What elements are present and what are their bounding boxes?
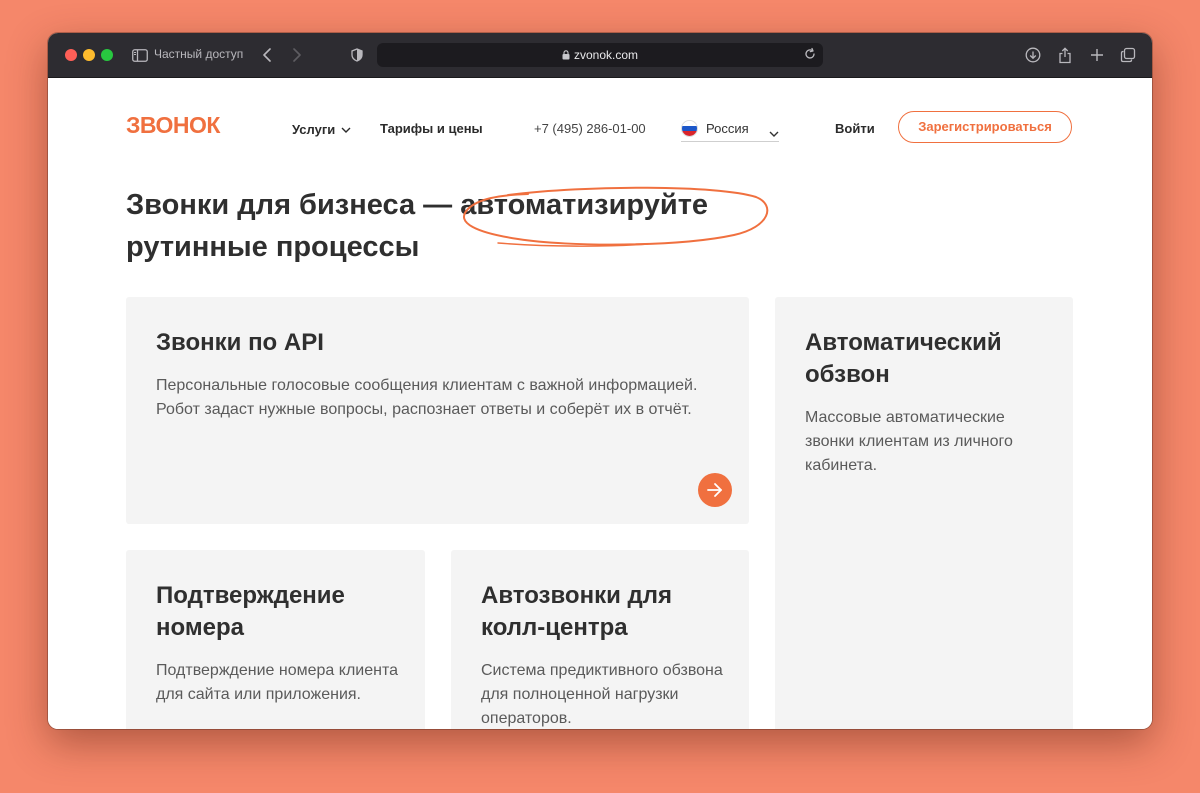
card-title: Автоматический обзвон bbox=[805, 329, 1002, 388]
card-number-confirmation[interactable]: Подтверждение номера Подтверждение номер… bbox=[126, 550, 425, 729]
reload-icon[interactable] bbox=[803, 47, 817, 66]
zoom-window-button[interactable] bbox=[101, 49, 113, 61]
card-api-calls[interactable]: Звонки по API Персональные голосовые соо… bbox=[126, 297, 749, 524]
card-description: Подтверждение номера клиента для сайта и… bbox=[156, 662, 398, 703]
card-title: Автозвонки для колл-центра bbox=[481, 582, 672, 641]
forward-icon[interactable] bbox=[289, 45, 305, 65]
country-select[interactable]: Россия bbox=[681, 115, 779, 142]
card-title: Звонки по API bbox=[156, 329, 324, 356]
country-label: Россия bbox=[706, 121, 749, 136]
highlight-oval-decoration bbox=[463, 186, 769, 247]
url-display[interactable]: zvonok.com bbox=[377, 48, 823, 63]
close-window-button[interactable] bbox=[65, 49, 77, 61]
address-bar[interactable]: zvonok.com bbox=[377, 43, 823, 67]
card-description: Персональные голосовые сообщения клиента… bbox=[156, 377, 698, 418]
open-api-calls-button[interactable] bbox=[698, 473, 732, 507]
phone-number[interactable]: +7 (495) 286-01-00 bbox=[534, 121, 646, 136]
nav-prices[interactable]: Тарифы и цены bbox=[380, 121, 483, 136]
zvonok-logo[interactable]: ЗВОНОК bbox=[126, 112, 238, 142]
logo-text: ЗВОНОК bbox=[126, 113, 221, 137]
web-page: ЗВОНОК Услуги Тарифы и цены +7 (495) 286… bbox=[48, 78, 1152, 729]
login-link[interactable]: Войти bbox=[835, 121, 875, 136]
nav-services[interactable]: Услуги bbox=[292, 121, 351, 137]
title-start: Звонки для бизнеса — bbox=[126, 189, 461, 221]
arrow-right-icon bbox=[706, 482, 724, 498]
browser-titlebar: Частный доступ zvonok.com bbox=[48, 33, 1152, 78]
private-browsing-label: Частный доступ bbox=[154, 47, 244, 61]
nav-services-label: Услуги bbox=[292, 122, 336, 137]
download-icon[interactable] bbox=[1024, 45, 1042, 65]
sidebar-icon[interactable] bbox=[131, 45, 149, 65]
card-auto-dialing[interactable]: Автоматический обзвон Массовые автоматич… bbox=[775, 297, 1073, 729]
chevron-down-icon bbox=[769, 124, 779, 142]
shield-icon[interactable] bbox=[349, 45, 365, 65]
card-description: Массовые автоматические звонки клиентам … bbox=[805, 409, 1013, 474]
minimize-window-button[interactable] bbox=[83, 49, 95, 61]
lock-icon bbox=[562, 49, 570, 63]
russia-flag-icon bbox=[681, 120, 698, 137]
card-call-center[interactable]: Автозвонки для колл-центра Система преди… bbox=[451, 550, 749, 729]
share-icon[interactable] bbox=[1056, 45, 1074, 65]
back-icon[interactable] bbox=[259, 45, 275, 65]
browser-window: Частный доступ zvonok.com ЗВОНОК Услуги … bbox=[48, 33, 1152, 729]
register-button[interactable]: Зарегистрироваться bbox=[898, 111, 1072, 143]
card-title: Подтверждение номера bbox=[156, 582, 345, 641]
card-description: Система предиктивного обзвона для полноц… bbox=[481, 662, 723, 727]
url-text: zvonok.com bbox=[573, 48, 639, 62]
chevron-down-icon bbox=[341, 121, 351, 136]
new-tab-icon[interactable] bbox=[1088, 45, 1106, 65]
tabs-icon[interactable] bbox=[1119, 45, 1137, 65]
title-end: рутинные процессы bbox=[126, 231, 420, 263]
